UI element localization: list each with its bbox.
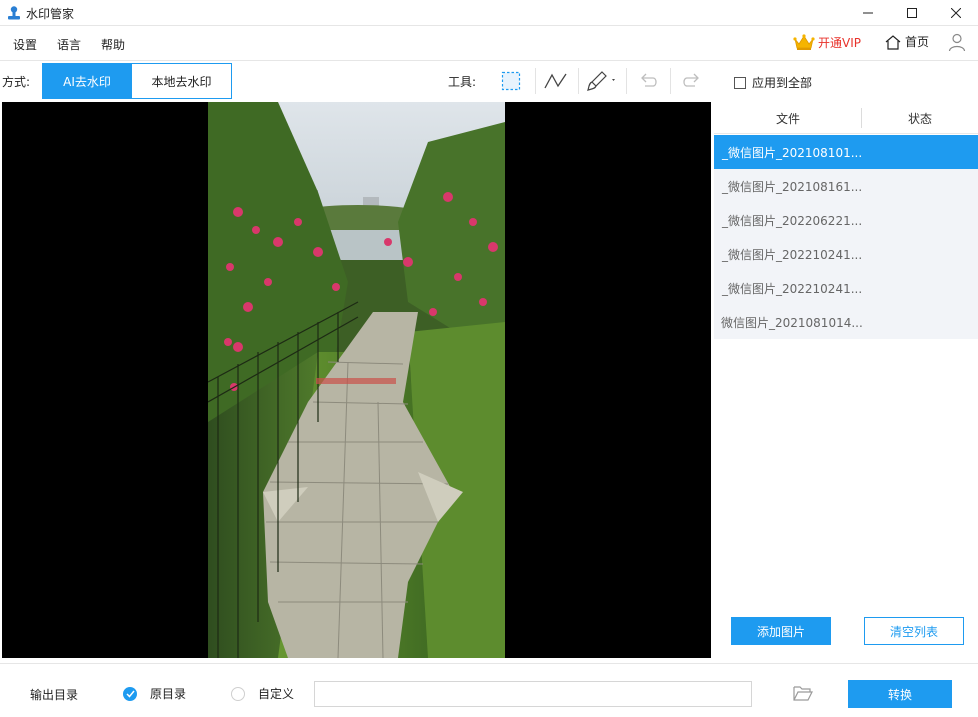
home-label: 首页 (905, 35, 930, 49)
brush-tool[interactable] (582, 66, 622, 96)
polyline-tool[interactable] (536, 66, 576, 96)
menu-language[interactable]: 语言 (57, 36, 81, 53)
title-bar: 水印管家 (0, 0, 978, 26)
file-list: _微信图片_202108101... _微信图片_202108161... _微… (714, 135, 978, 339)
vip-button[interactable]: 开通VIP (793, 33, 861, 51)
file-panel: 文件 状态 _微信图片_202108101... _微信图片_202108161… (714, 102, 978, 663)
mode-label: 方式: (2, 75, 31, 89)
home-button[interactable]: 首页 (884, 33, 929, 50)
maximize-button[interactable] (890, 0, 934, 26)
clear-list-button[interactable]: 清空列表 (864, 617, 964, 645)
undo-button[interactable] (628, 66, 668, 96)
file-name: _微信图片_202206221... (722, 213, 863, 228)
menu-settings[interactable]: 设置 (13, 36, 37, 53)
file-name: _微信图片_202210241... (722, 281, 863, 296)
file-row[interactable]: _微信图片_202210241... (714, 237, 978, 271)
folder-open-icon[interactable] (793, 684, 813, 702)
undo-icon (641, 73, 657, 87)
tool-divider (670, 68, 671, 94)
mode-ai-tab[interactable]: AI去水印 (42, 63, 132, 99)
polyline-icon (544, 73, 567, 89)
brush-icon (587, 71, 615, 91)
output-directory-label: 输出目录 (30, 688, 79, 702)
vip-label: 开通VIP (818, 35, 861, 50)
app-logo-icon (8, 6, 20, 20)
file-name: _微信图片_202108101... (722, 145, 863, 160)
crown-icon (793, 34, 815, 50)
close-button[interactable] (934, 0, 978, 26)
file-name: 微信图片_2021081014... (721, 315, 863, 330)
output-path-input[interactable] (314, 681, 752, 707)
radio-checked-icon (123, 686, 137, 701)
file-row[interactable]: _微信图片_202108101... (714, 135, 978, 169)
file-row[interactable]: _微信图片_202206221... (714, 203, 978, 237)
radio-custom-directory[interactable]: 自定义 (231, 685, 294, 702)
tool-divider (626, 68, 627, 94)
convert-button[interactable]: 转换 (848, 680, 952, 708)
file-row[interactable]: _微信图片_202210241... (714, 271, 978, 305)
home-icon (885, 34, 901, 50)
menu-bar: 设置 语言 帮助 开通VIP 首页 (0, 26, 978, 61)
apply-all-checkbox[interactable]: 应用到全部 (734, 74, 812, 91)
file-row[interactable]: 微信图片_2021081014... (714, 305, 978, 339)
minimize-button[interactable] (846, 0, 890, 26)
window-title: 水印管家 (26, 7, 75, 21)
radio-unchecked-icon (231, 686, 245, 701)
garden-path-photo (208, 102, 505, 658)
redo-icon (683, 73, 699, 87)
checkbox-box (734, 76, 746, 89)
column-file: 文件 (775, 112, 800, 126)
add-image-button[interactable]: 添加图片 (731, 617, 831, 645)
file-name: _微信图片_202210241... (722, 247, 863, 262)
rect-select-icon (501, 71, 521, 91)
tool-divider (578, 68, 579, 94)
maximize-icon (907, 8, 917, 18)
toolbar: 方式: AI去水印 本地去水印 工具: (0, 62, 712, 100)
output-bar: 输出目录 原目录 自定义 转换 (0, 663, 978, 717)
close-icon (951, 8, 961, 18)
user-avatar-icon[interactable] (947, 32, 967, 52)
radio-custom-label: 自定义 (258, 687, 295, 701)
tools-label: 工具: (448, 75, 477, 89)
file-name: _微信图片_202108161... (722, 179, 863, 194)
rect-select-tool[interactable] (491, 66, 531, 96)
minimize-icon (863, 12, 873, 14)
mode-local-tab[interactable]: 本地去水印 (131, 63, 232, 99)
file-row[interactable]: _微信图片_202108161... (714, 169, 978, 203)
radio-original-label: 原目录 (150, 687, 187, 701)
image-canvas[interactable] (2, 102, 711, 658)
redo-button[interactable] (672, 66, 712, 96)
radio-original-directory[interactable]: 原目录 (123, 685, 186, 702)
file-list-header: 文件 状态 (714, 102, 978, 134)
column-status: 状态 (907, 112, 932, 126)
menu-help[interactable]: 帮助 (101, 36, 125, 53)
apply-all-label: 应用到全部 (752, 76, 813, 90)
